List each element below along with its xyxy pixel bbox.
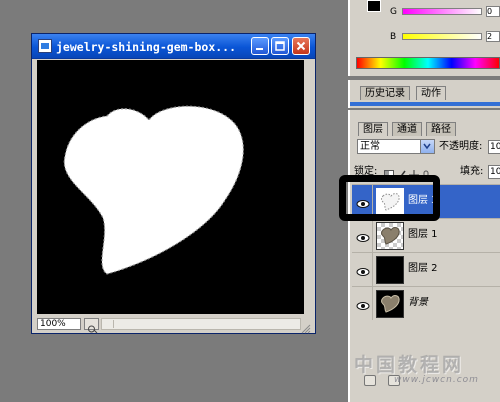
- column-divider: [372, 219, 373, 252]
- layer-row-layer1[interactable]: 图层 1: [352, 218, 500, 252]
- green-slider[interactable]: [402, 8, 482, 15]
- opacity-field[interactable]: 10: [488, 140, 500, 154]
- highlight-callout-box: [339, 175, 440, 221]
- column-divider: [372, 253, 373, 286]
- layer-row-background[interactable]: 背景: [352, 286, 500, 320]
- channel-label: G: [390, 7, 397, 17]
- layer-thumbnail: [376, 222, 404, 250]
- scroll-left-arrow-icon[interactable]: [103, 320, 114, 328]
- watermark-text: 中国教程网: [354, 354, 465, 376]
- tab-channels[interactable]: 通道: [392, 122, 422, 136]
- chevron-down-icon[interactable]: [420, 140, 434, 153]
- tab-history[interactable]: 历史记录: [360, 86, 410, 100]
- layer-name[interactable]: 背景: [408, 296, 428, 310]
- horizontal-scrollbar[interactable]: [101, 318, 301, 330]
- color-spectrum-bar[interactable]: [356, 57, 500, 69]
- foreground-color-swatch[interactable]: [367, 0, 381, 12]
- eye-visibility-icon[interactable]: [356, 297, 370, 310]
- fill-field[interactable]: 10: [488, 165, 500, 179]
- layers-panel-tabs: 图层 通道 路径: [350, 122, 500, 138]
- blend-mode-value: 正常: [360, 141, 380, 152]
- status-menu-button[interactable]: [84, 318, 99, 334]
- document-window[interactable]: jewelry-shining-gem-box... 100%: [31, 33, 316, 334]
- blue-slider[interactable]: [402, 33, 482, 40]
- watermark-url: www.jcwcn.com: [394, 375, 479, 385]
- close-button[interactable]: [292, 37, 310, 55]
- history-panel: 历史记录 动作: [348, 80, 500, 108]
- tab-paths[interactable]: 路径: [426, 122, 456, 136]
- channel-value[interactable]: 0: [486, 6, 500, 17]
- image-canvas[interactable]: [37, 60, 304, 314]
- fill-label: 填充:: [460, 166, 484, 177]
- opacity-label: 不透明度:: [439, 141, 483, 152]
- layer-name[interactable]: 图层 2: [408, 262, 438, 276]
- color-channel-row[interactable]: G 0: [390, 6, 500, 18]
- channel-value[interactable]: 2: [486, 31, 500, 42]
- channel-label: B: [390, 32, 397, 42]
- layer-row-layer2[interactable]: 图层 2: [352, 252, 500, 286]
- column-divider: [372, 287, 373, 320]
- eye-visibility-icon[interactable]: [356, 263, 370, 276]
- blend-mode-select[interactable]: 正常: [357, 139, 435, 154]
- document-title: jewelry-shining-gem-box...: [56, 40, 237, 54]
- tab-layers[interactable]: 图层: [358, 122, 388, 136]
- resize-grip-icon[interactable]: [301, 319, 311, 334]
- document-status-bar: 100%: [35, 317, 313, 334]
- layer-name[interactable]: 图层 1: [408, 228, 438, 242]
- eye-visibility-icon[interactable]: [356, 229, 370, 242]
- color-channel-row[interactable]: B 2: [390, 31, 500, 43]
- watermark: 中国教程网 www.jcwcn.com: [354, 350, 500, 400]
- zoom-level-field[interactable]: 100%: [37, 318, 81, 330]
- maximize-button[interactable]: [271, 37, 289, 55]
- color-panel: G 0 B 2: [348, 0, 500, 76]
- layer-thumbnail: [376, 256, 404, 284]
- minimize-button[interactable]: [251, 37, 269, 55]
- photoshop-document-icon: [38, 39, 52, 53]
- tab-actions[interactable]: 动作: [416, 86, 446, 100]
- heart-selection-shape: [63, 105, 244, 275]
- document-title-bar[interactable]: jewelry-shining-gem-box...: [32, 34, 315, 59]
- layer-thumbnail: [376, 290, 404, 318]
- panel-header-strip: [350, 102, 500, 106]
